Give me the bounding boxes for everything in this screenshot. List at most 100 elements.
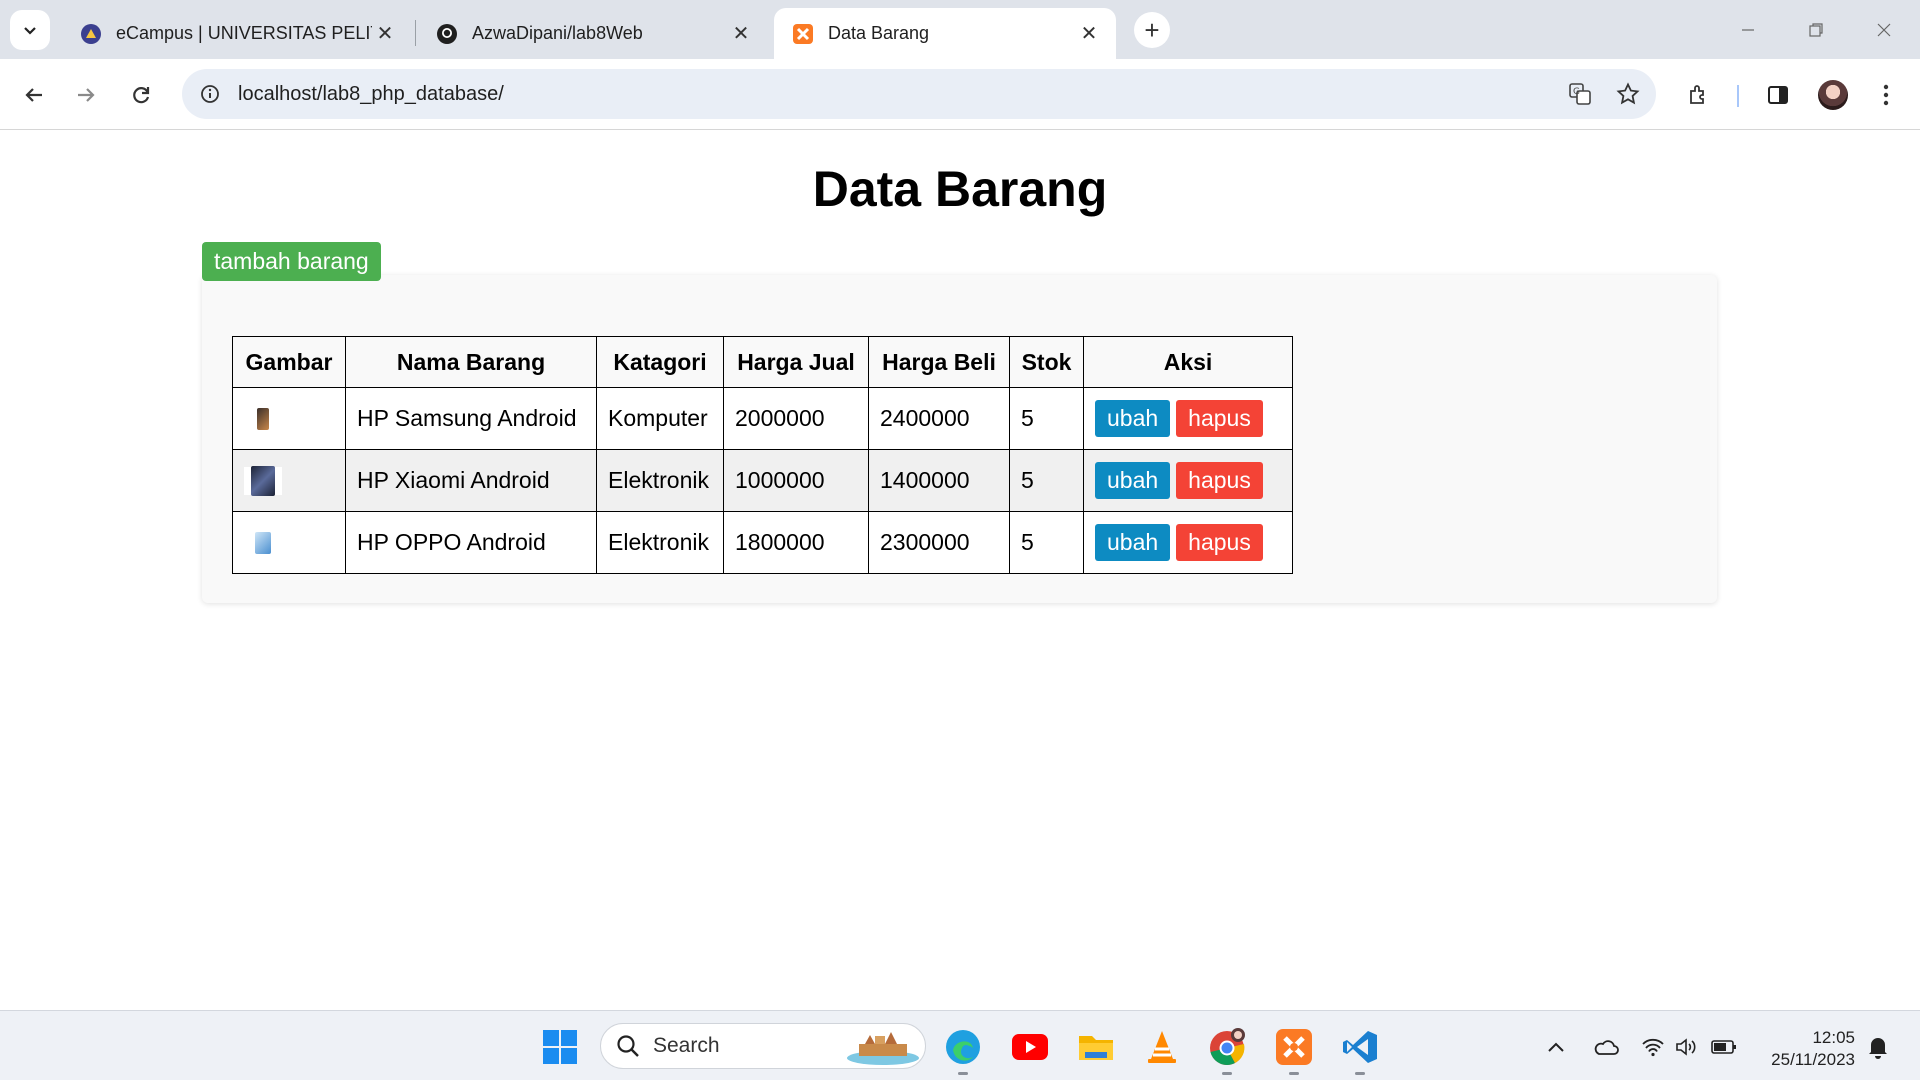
windows-taskbar: Search 12:05 25/11/2023 [0,1010,1920,1080]
image-cell [232,387,346,450]
cell-nama: HP Xiaomi Android [345,449,597,512]
cell-stok: 5 [1009,449,1084,512]
table-row: HP Samsung Android Komputer 2000000 2400… [232,387,1293,450]
cell-kategori: Elektronik [596,449,724,512]
youtube-icon[interactable] [1008,1025,1052,1069]
actions-cell: ubah hapus [1083,449,1293,512]
notification-bell-icon[interactable] [1864,1033,1892,1061]
phone-image [244,404,282,433]
tab-search-button[interactable] [10,10,50,50]
browser-toolbar: localhost/lab8_php_database/ G [0,59,1920,130]
taskbar-search-box[interactable]: Search [600,1023,926,1069]
cell-harga-beli: 1400000 [868,449,1010,512]
cell-kategori: Komputer [596,387,724,450]
edit-button[interactable]: ubah [1095,524,1171,561]
xampp-taskbar-icon[interactable] [1272,1025,1316,1075]
file-explorer-icon[interactable] [1074,1025,1118,1069]
search-highlight-icon [847,1032,919,1065]
delete-button[interactable]: hapus [1176,462,1263,499]
add-item-button[interactable]: tambah barang [202,242,381,281]
volume-icon[interactable] [1672,1033,1700,1061]
reload-button[interactable] [121,75,161,115]
running-indicator [958,1072,968,1075]
vlc-icon[interactable] [1140,1025,1184,1069]
chrome-icon[interactable] [1205,1025,1249,1075]
minimize-icon[interactable] [1728,10,1768,50]
actions-cell: ubah hapus [1083,511,1293,574]
chevron-up-icon[interactable] [1542,1033,1570,1061]
table-header-row: Gambar Nama Barang Katagori Harga Jual H… [232,336,1293,388]
tab-github[interactable]: AzwaDipani/lab8Web ✕ [418,8,768,59]
cell-nama: HP OPPO Android [345,511,597,574]
column-header: Gambar [232,336,346,388]
windows-start-icon[interactable] [538,1025,582,1069]
site-info-icon[interactable] [192,76,228,112]
data-table: Gambar Nama Barang Katagori Harga Jual H… [232,336,1293,574]
delete-button[interactable]: hapus [1176,400,1263,437]
browser-tabstrip: eCampus | UNIVERSITAS PELIT ✕ AzwaDipani… [0,0,1920,59]
running-indicator [1355,1072,1365,1075]
xampp-icon [792,23,814,45]
image-cell [232,449,346,512]
column-header: Nama Barang [345,336,597,388]
extensions-icon[interactable] [1679,75,1719,115]
close-tab-icon[interactable]: ✕ [1076,21,1102,47]
vscode-icon[interactable] [1338,1025,1382,1075]
side-panel-icon[interactable] [1758,75,1798,115]
clock-date: 25/11/2023 [1771,1050,1855,1069]
tab-title: Data Barang [828,23,930,43]
phone-image [244,465,282,496]
avatar [1818,80,1848,110]
close-window-icon[interactable] [1864,10,1904,50]
close-tab-icon[interactable]: ✕ [372,21,398,47]
search-icon [617,1035,639,1057]
chevron-down-icon [24,27,36,35]
column-header: Harga Jual [723,336,869,388]
table-row: HP OPPO Android Elektronik 1800000 23000… [232,511,1293,574]
delete-button[interactable]: hapus [1176,524,1263,561]
system-clock[interactable]: 12:05 25/11/2023 [1760,1027,1855,1071]
cell-harga-jual: 1800000 [723,511,869,574]
forward-button[interactable] [66,75,106,115]
table-row: HP Xiaomi Android Elektronik 1000000 140… [232,449,1293,512]
column-header: Aksi [1083,336,1293,388]
toolbar-divider [1737,85,1739,107]
address-bar[interactable]: localhost/lab8_php_database/ G [182,69,1656,119]
svg-text:G: G [1573,87,1580,97]
running-indicator [1289,1072,1299,1075]
reload-icon [133,87,150,104]
column-header: Katagori [596,336,724,388]
cell-nama: HP Samsung Android [345,387,597,450]
url-text[interactable]: localhost/lab8_php_database/ [238,83,1560,106]
menu-kebab-icon[interactable] [1866,75,1906,115]
tab-title: AzwaDipani/lab8Web [472,23,643,43]
university-logo-icon [80,23,102,45]
translate-icon[interactable]: G [1560,74,1600,114]
tab-data-barang[interactable]: Data Barang ✕ [774,8,1116,59]
search-label: Search [653,1034,720,1057]
clock-time: 12:05 [1812,1028,1855,1047]
bookmark-star-icon[interactable] [1608,74,1648,114]
cell-stok: 5 [1009,387,1084,450]
image-cell [232,511,346,574]
github-icon [436,23,458,45]
new-tab-button[interactable]: + [1134,12,1170,48]
column-header: Stok [1009,336,1084,388]
edit-button[interactable]: ubah [1095,462,1171,499]
edge-icon[interactable] [941,1025,985,1075]
battery-icon[interactable] [1710,1033,1738,1061]
cell-harga-beli: 2300000 [868,511,1010,574]
onedrive-cloud-icon[interactable] [1592,1033,1620,1061]
tab-ecampus[interactable]: eCampus | UNIVERSITAS PELIT ✕ [62,8,412,59]
arrow-left-icon [25,88,42,102]
tab-separator [415,20,416,46]
back-button[interactable] [14,75,54,115]
close-tab-icon[interactable]: ✕ [728,21,754,47]
wifi-icon[interactable] [1639,1033,1667,1061]
profile-avatar[interactable] [1813,75,1853,115]
restore-icon[interactable] [1796,10,1836,50]
actions-cell: ubah hapus [1083,387,1293,450]
edit-button[interactable]: ubah [1095,400,1171,437]
cell-stok: 5 [1009,511,1084,574]
page-title: Data Barang [812,161,1108,217]
